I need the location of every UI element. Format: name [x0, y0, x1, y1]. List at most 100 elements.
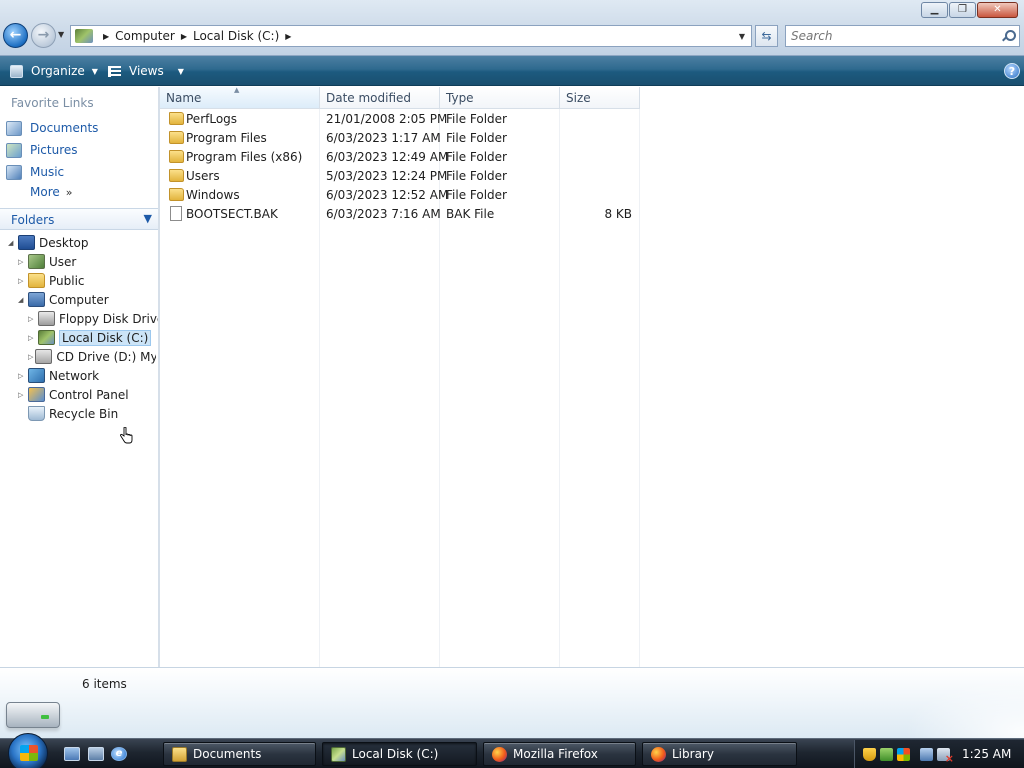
expanded-arrow-icon[interactable]: ◢ — [18, 296, 26, 304]
music-icon — [6, 164, 22, 180]
tree-label: Recycle Bin — [49, 406, 119, 421]
volume-muted-icon[interactable] — [937, 747, 954, 765]
file-name: Windows — [186, 188, 240, 202]
tree-item-cd-drive[interactable]: ▷ CD Drive (D:) MyP — [28, 347, 156, 366]
address-history-dropdown[interactable]: ▼ — [739, 32, 745, 41]
column-header-name[interactable]: ▲ Name — [160, 86, 320, 109]
file-type: File Folder — [446, 112, 507, 126]
title-bar: ▁ ❐ ✕ ← → ▼ ▶ Computer ▶ Local Disk (C:)… — [0, 0, 1024, 56]
item-count: 6 items — [82, 677, 127, 691]
column-header-size[interactable]: Size — [560, 87, 640, 109]
tree-item-recycle-bin[interactable]: Recycle Bin — [18, 404, 118, 423]
windows-flag-icon[interactable] — [897, 747, 910, 761]
breadcrumb-separator-icon[interactable]: ▶ — [285, 32, 291, 41]
search-input[interactable] — [791, 29, 991, 43]
maximize-button[interactable]: ❐ — [949, 2, 976, 18]
expanded-arrow-icon[interactable]: ◢ — [8, 239, 16, 247]
clock[interactable]: 1:25 AM — [962, 747, 1011, 761]
details-pane: 6 items — [0, 667, 1024, 739]
chevron-down-icon: ▼ — [177, 66, 184, 76]
breadcrumb-local-disk[interactable]: Local Disk (C:) — [193, 29, 279, 43]
tree-item-desktop[interactable]: ◢ Desktop — [8, 233, 89, 252]
file-row[interactable]: Program Files 6/03/2023 1:17 AM File Fol… — [160, 129, 640, 148]
pictures-icon — [6, 142, 22, 158]
internet-explorer-icon[interactable]: e — [111, 747, 127, 761]
collapsed-arrow-icon[interactable]: ▷ — [18, 277, 26, 285]
floppy-icon — [38, 311, 55, 326]
start-button[interactable] — [8, 733, 48, 768]
breadcrumb-separator-icon[interactable]: ▶ — [103, 32, 109, 41]
tree-item-floppy-disk-drive[interactable]: ▷ Floppy Disk Drive — [28, 309, 164, 328]
taskbar-button-local-disk[interactable]: Local Disk (C:) — [322, 742, 477, 766]
refresh-button[interactable]: ⇆ — [755, 25, 778, 47]
close-button[interactable]: ✕ — [977, 2, 1018, 18]
security-shield-icon[interactable] — [863, 747, 876, 761]
minimize-button[interactable]: ▁ — [921, 2, 948, 18]
forward-button[interactable]: → — [31, 23, 56, 48]
folder-icon — [172, 746, 187, 762]
tree-item-network[interactable]: ▷ Network — [18, 366, 99, 385]
computer-icon — [28, 292, 45, 307]
tree-item-public[interactable]: ▷ Public — [18, 271, 85, 290]
file-row[interactable]: PerfLogs 21/01/2008 2:05 PM File Folder — [160, 110, 640, 129]
more-label: More — [30, 185, 60, 199]
search-icon[interactable] — [1002, 30, 1016, 42]
sort-ascending-icon: ▲ — [234, 86, 240, 94]
breadcrumb-separator-icon[interactable]: ▶ — [181, 32, 187, 41]
favorite-pictures[interactable]: Pictures — [6, 141, 78, 159]
collapsed-arrow-icon[interactable]: ▷ — [18, 258, 26, 266]
recent-pages-dropdown[interactable]: ▼ — [58, 30, 68, 42]
file-type: File Folder — [446, 188, 507, 202]
file-row[interactable]: Program Files (x86) 6/03/2023 12:49 AM F… — [160, 148, 640, 167]
breadcrumb-computer[interactable]: Computer — [115, 29, 175, 43]
tree-item-user[interactable]: ▷ User — [18, 252, 76, 271]
user-icon — [28, 254, 45, 269]
local-disk-icon — [331, 746, 346, 762]
hand-cursor-icon — [120, 427, 133, 444]
decorative-swoosh — [884, 668, 1024, 739]
more-links[interactable]: More » — [30, 185, 72, 199]
tree-label: Computer — [49, 292, 109, 307]
taskbar-button-documents[interactable]: Documents — [163, 742, 316, 766]
switch-windows-icon[interactable] — [88, 747, 104, 761]
file-row[interactable]: Users 5/03/2023 12:24 PM File Folder — [160, 167, 640, 186]
column-header-date-modified[interactable]: Date modified — [320, 87, 440, 109]
collapsed-arrow-icon[interactable]: ▷ — [28, 315, 36, 323]
collapsed-arrow-icon[interactable]: ▷ — [28, 353, 33, 361]
folders-header[interactable]: Folders ▼ — [0, 208, 158, 230]
collapsed-arrow-icon[interactable]: ▷ — [18, 372, 26, 380]
chevron-down-icon: ▼ — [91, 66, 98, 76]
tree-item-local-disk[interactable]: ▷ Local Disk (C:) — [28, 328, 152, 347]
collapsed-arrow-icon[interactable]: ▷ — [18, 391, 26, 399]
tree-item-control-panel[interactable]: ▷ Control Panel — [18, 385, 129, 404]
security-center-icon[interactable] — [880, 747, 893, 761]
tree-label: Network — [49, 368, 100, 383]
favorite-documents[interactable]: Documents — [6, 119, 98, 137]
favorite-music[interactable]: Music — [6, 163, 64, 181]
taskbar: e Documents Local Disk (C:) Mozilla Fire… — [0, 733, 1024, 768]
column-header-type[interactable]: Type — [440, 87, 560, 109]
window-controls: ▁ ❐ ✕ — [921, 2, 1018, 18]
back-button[interactable]: ← — [3, 23, 28, 48]
organize-button[interactable]: Organize ▼ — [10, 56, 98, 86]
collapsed-arrow-icon[interactable]: ▷ — [28, 334, 36, 342]
organize-icon — [10, 64, 23, 78]
views-button[interactable]: Views ▼ — [108, 56, 184, 86]
address-bar[interactable]: ▶ Computer ▶ Local Disk (C:) ▶ ▼ — [70, 25, 752, 47]
tree-label: CD Drive (D:) MyP — [56, 349, 156, 364]
local-disk-icon — [75, 29, 93, 43]
file-row[interactable]: Windows 6/03/2023 12:52 AM File Folder — [160, 186, 640, 205]
search-box[interactable] — [785, 25, 1020, 47]
network-status-icon[interactable] — [920, 747, 933, 761]
show-desktop-icon[interactable] — [64, 747, 80, 761]
file-type: BAK File — [446, 207, 495, 221]
cd-drive-icon — [35, 349, 53, 364]
task-label: Library — [672, 747, 714, 761]
file-date: 6/03/2023 7:16 AM — [326, 207, 441, 221]
file-list: ▲ Name Date modified Type Size PerfLogs … — [160, 86, 1024, 667]
file-row[interactable]: BOOTSECT.BAK 6/03/2023 7:16 AM BAK File … — [160, 205, 640, 224]
tree-item-computer[interactable]: ◢ Computer — [18, 290, 109, 309]
taskbar-button-firefox[interactable]: Mozilla Firefox — [483, 742, 636, 766]
help-icon[interactable]: ? — [1004, 63, 1020, 79]
taskbar-button-library[interactable]: Library — [642, 742, 797, 766]
